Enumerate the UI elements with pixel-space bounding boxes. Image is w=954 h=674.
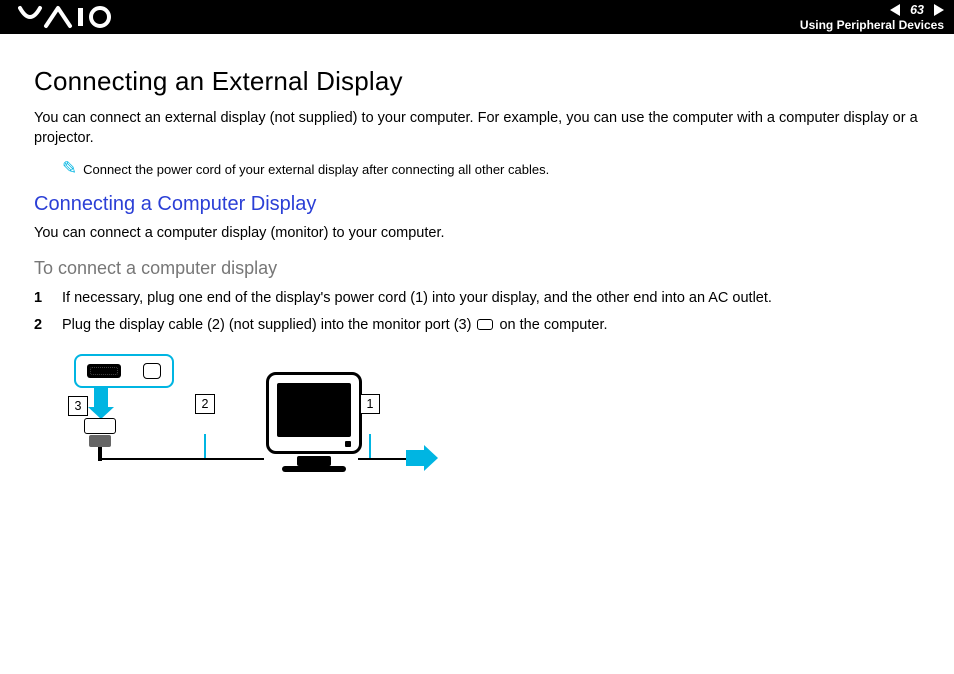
callout-3: 3 <box>68 396 88 416</box>
aux-port-icon <box>143 363 161 379</box>
connection-diagram: 3 2 1 <box>64 354 424 504</box>
page-heading: Connecting an External Display <box>34 66 920 97</box>
step-1: If necessary, plug one end of the displa… <box>34 289 920 309</box>
vaio-logo <box>18 4 128 35</box>
down-arrow-icon <box>94 387 108 407</box>
display-cable-line <box>102 458 264 460</box>
step-2-text-a: Plug the display cable (2) (not supplied… <box>62 317 475 333</box>
callout-1: 1 <box>360 394 380 414</box>
page-body: Connecting an External Display You can c… <box>0 34 954 504</box>
note-block: ✎ Connect the power cord of your externa… <box>62 162 920 177</box>
note-pencil-icon: ✎ <box>62 159 77 177</box>
computer-port-panel <box>74 354 174 388</box>
power-cable-line <box>358 458 406 460</box>
vga-port-icon <box>87 364 121 378</box>
cable-connector-icon <box>82 418 118 458</box>
next-page-arrow-icon[interactable] <box>934 4 944 16</box>
monitor-icon <box>264 372 364 472</box>
section-title: Using Peripheral Devices <box>800 18 944 32</box>
step-2: Plug the display cable (2) (not supplied… <box>34 316 920 336</box>
intro-paragraph: You can connect an external display (not… <box>34 109 920 148</box>
subsection-heading: Connecting a Computer Display <box>34 193 920 216</box>
page-number: 63 <box>904 3 930 17</box>
callout-tick-2 <box>204 434 206 458</box>
step-2-text-b: on the computer. <box>495 317 607 333</box>
procedure-heading: To connect a computer display <box>34 258 920 279</box>
monitor-port-icon <box>477 319 493 330</box>
subsection-paragraph: You can connect a computer display (moni… <box>34 224 920 244</box>
right-arrow-icon <box>406 450 424 466</box>
procedure-steps: If necessary, plug one end of the displa… <box>34 289 920 336</box>
header-bar: 63 Using Peripheral Devices <box>0 0 954 34</box>
note-text: Connect the power cord of your external … <box>83 162 549 177</box>
callout-2: 2 <box>195 394 215 414</box>
page-navigator: 63 <box>890 3 944 17</box>
prev-page-arrow-icon[interactable] <box>890 4 900 16</box>
callout-tick-1 <box>369 434 371 458</box>
